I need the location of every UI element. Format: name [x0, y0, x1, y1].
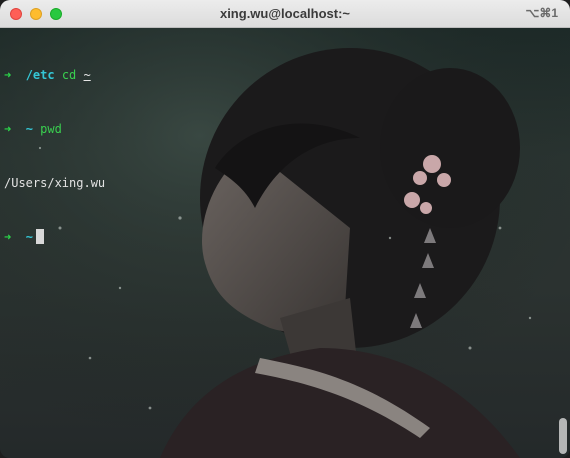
- prompt-arrow-icon: ➜: [4, 68, 12, 82]
- command-text: cd: [61, 68, 77, 82]
- terminal-line: ➜ ~: [4, 228, 105, 246]
- prompt-directory: /etc: [25, 68, 55, 82]
- prompt-arrow-icon: ➜: [4, 230, 12, 244]
- window-title: xing.wu@localhost:~: [219, 6, 351, 21]
- text-cursor[interactable]: [35, 229, 44, 244]
- hair-bun: [380, 68, 520, 228]
- terminal-line: ➜ /etc cd ~: [4, 66, 105, 84]
- command-argument: ~: [83, 68, 91, 82]
- terminal-output: ➜ /etc cd ~ ➜ ~ pwd /Users/xing.wu ➜ ~: [4, 30, 105, 282]
- prompt-directory: ~: [25, 122, 33, 136]
- command-output: /Users/xing.wu: [4, 176, 106, 190]
- title-bar[interactable]: xing.wu@localhost:~ ⌥⌘1: [0, 0, 570, 28]
- command-text: pwd: [40, 122, 62, 136]
- terminal-content[interactable]: ➜ /etc cd ~ ➜ ~ pwd /Users/xing.wu ➜ ~: [0, 28, 570, 458]
- prompt-directory: ~: [25, 230, 33, 244]
- terminal-line: /Users/xing.wu: [4, 174, 105, 192]
- scrollbar-thumb[interactable]: [559, 418, 567, 454]
- prompt-arrow-icon: ➜: [4, 122, 12, 136]
- terminal-window: xing.wu@localhost:~ ⌥⌘1 ➜ /etc cd ~ ➜ ~ …: [0, 0, 570, 458]
- terminal-line: ➜ ~ pwd: [4, 120, 105, 138]
- window-shortcut: ⌥⌘1: [525, 6, 558, 20]
